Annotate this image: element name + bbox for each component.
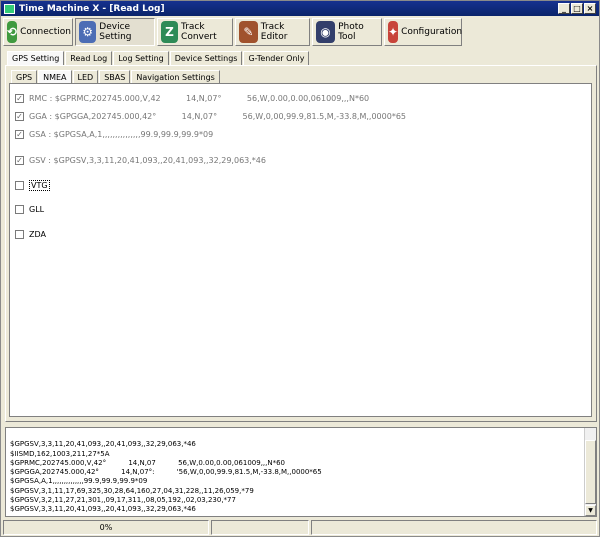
nmea-log-output[interactable]: $GPGSV,3,3,11,20,41,093,,20,41,093,,32,2…: [5, 427, 597, 517]
option-zda[interactable]: ZDA: [15, 230, 46, 239]
gga-checkbox[interactable]: ✓: [15, 112, 24, 121]
log-scrollbar[interactable]: ▲ ▼: [584, 428, 596, 516]
tab-device-settings[interactable]: Device Settings: [169, 51, 243, 65]
log-line: $GPGSV,3,2,11,27,21,301,,09,17,311,,08,0…: [10, 496, 236, 505]
configuration-icon: ✦: [388, 21, 399, 43]
app-window: Time Machine X - [Read Log] _ □ × ⟲ Conn…: [0, 0, 600, 537]
camera-icon: ◉: [316, 21, 336, 43]
track-editor-icon: ✎: [239, 21, 258, 43]
sub-tabs: GPS NMEA LED SBAS Navigation Settings: [11, 70, 221, 85]
log-line: $GPGSV,3,3,11,20,41,093,,20,41,093,,32,2…: [10, 505, 196, 514]
configuration-button[interactable]: ✦ Configuration: [384, 18, 462, 46]
device-setting-icon: ⚙: [79, 21, 97, 43]
tab-log-setting[interactable]: Log Setting: [113, 51, 169, 65]
connection-icon: ⟲: [7, 21, 18, 43]
window-title: Time Machine X - [Read Log]: [19, 3, 165, 14]
option-gga[interactable]: ✓ GGA : $GPGGA,202745.000,42° 14,N,07° 5…: [15, 112, 406, 121]
tab-gps[interactable]: GPS: [11, 70, 38, 84]
title-bar: Time Machine X - [Read Log] _ □ ×: [1, 1, 599, 16]
log-line: $GPRMC,202745.000,V,42° 14,N,07 56,W,0.0…: [10, 458, 286, 467]
photo-tool-button[interactable]: ◉ Photo Tool: [312, 18, 382, 46]
maximize-icon[interactable]: □: [571, 3, 583, 14]
connection-button[interactable]: ⟲ Connection: [3, 18, 73, 46]
tab-led[interactable]: LED: [72, 70, 99, 84]
app-icon: [4, 3, 15, 14]
progress-panel: 0%: [3, 520, 209, 535]
vtg-checkbox[interactable]: [15, 181, 24, 190]
option-gsv[interactable]: ✓ GSV : $GPGSV,3,3,11,20,41,093,,20,41,0…: [15, 156, 266, 165]
option-gll[interactable]: GLL: [15, 205, 44, 214]
main-toolbar: ⟲ Connection ⚙ Device Setting Z Track Co…: [3, 18, 599, 46]
log-line: $GPGSA,A,1,,,,,,,,,,,,,,99.9,99.9,99.9*0…: [10, 477, 148, 486]
tab-gps-setting[interactable]: GPS Setting: [7, 51, 65, 66]
status-bar: 0%: [3, 520, 599, 535]
log-line: $GPGSV,3,1,11,17,69,325,30,28,64,160,27,…: [10, 486, 254, 495]
track-editor-button[interactable]: ✎ Track Editor: [235, 18, 310, 46]
minimize-icon[interactable]: _: [558, 3, 570, 14]
tab-navigation-settings[interactable]: Navigation Settings: [131, 70, 220, 84]
window-controls: _ □ ×: [558, 3, 596, 14]
status-panel-3: [311, 520, 597, 535]
track-convert-icon: Z: [161, 21, 179, 43]
log-line: $GPGSV,3,3,11,20,41,093,,20,41,093,,32,2…: [10, 440, 196, 449]
zda-checkbox[interactable]: [15, 230, 24, 239]
tab-g-tender-only[interactable]: G-Tender Only: [243, 51, 310, 65]
log-line: $IISMD,162,1003,211,27*5A: [10, 449, 110, 458]
option-vtg[interactable]: VTG: [15, 180, 50, 191]
track-convert-button[interactable]: Z Track Convert: [157, 18, 233, 46]
gsv-checkbox[interactable]: ✓: [15, 156, 24, 165]
device-setting-button[interactable]: ⚙ Device Setting: [75, 18, 155, 46]
close-icon[interactable]: ×: [584, 3, 596, 14]
scroll-thumb[interactable]: [585, 440, 596, 504]
tab-sbas[interactable]: SBAS: [99, 70, 131, 84]
main-tabs: GPS Setting Read Log Log Setting Device …: [7, 51, 310, 66]
gsa-checkbox[interactable]: ✓: [15, 130, 24, 139]
option-gsa[interactable]: ✓ GSA : $GPGSA,A,1,,,,,,,,,,,,,,,99.9,99…: [15, 130, 213, 139]
nmea-options-panel: ✓ RMC : $GPRMC,202745.000,V,42 14,N,07° …: [9, 83, 592, 417]
option-rmc[interactable]: ✓ RMC : $GPRMC,202745.000,V,42 14,N,07° …: [15, 94, 369, 103]
log-line: $GPGGA,202745.000,42° 14,N,07°: '56,W,0,…: [10, 468, 322, 477]
rmc-checkbox[interactable]: ✓: [15, 94, 24, 103]
status-panel-2: [211, 520, 309, 535]
tab-read-log[interactable]: Read Log: [65, 51, 113, 65]
scroll-down-icon[interactable]: ▼: [585, 505, 596, 516]
gll-checkbox[interactable]: [15, 205, 24, 214]
